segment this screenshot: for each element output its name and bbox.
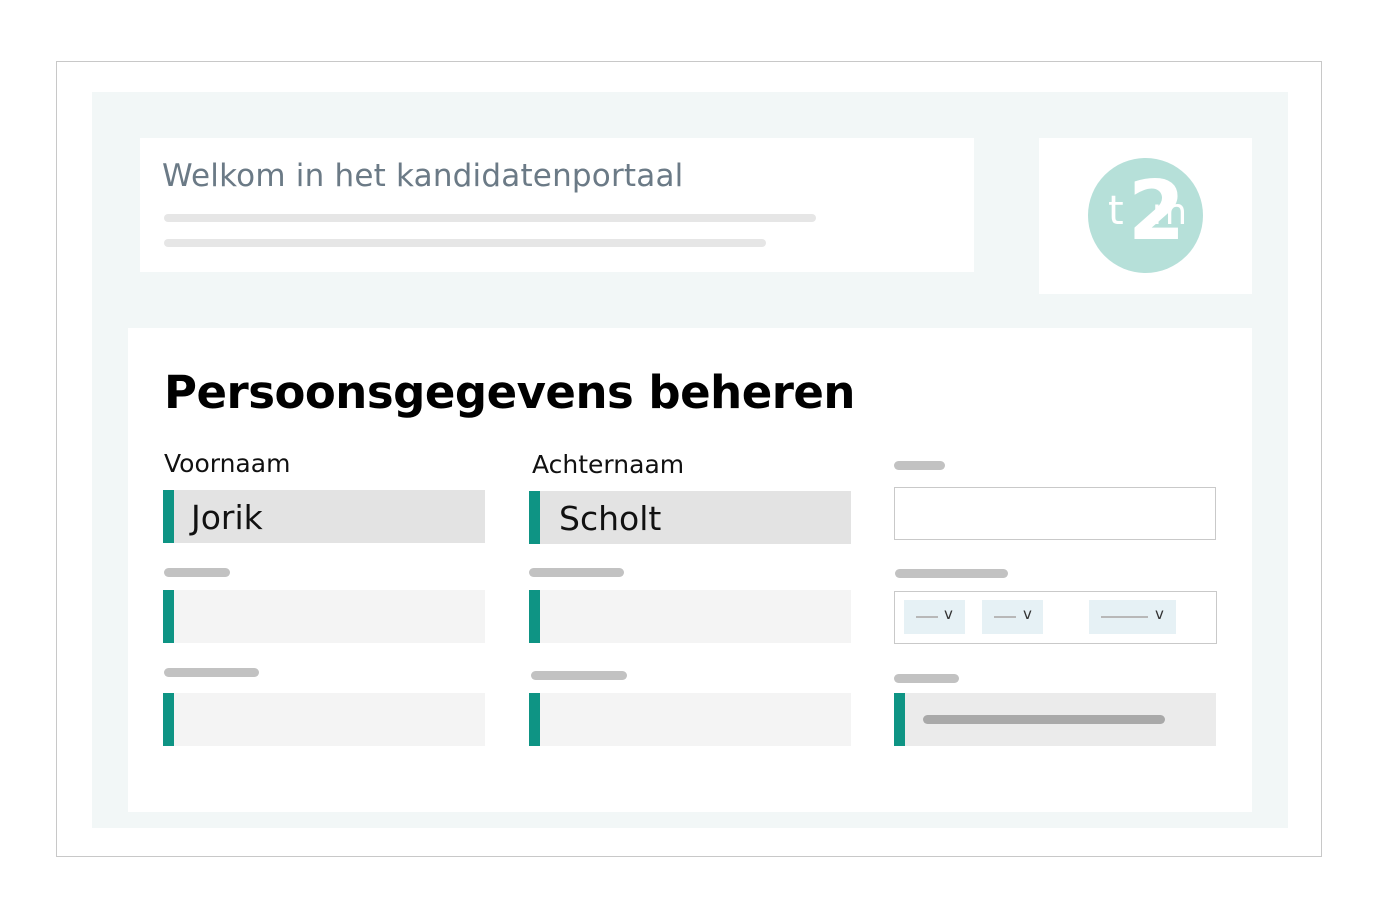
form-field[interactable] [529,590,851,643]
placeholder-label [894,461,945,470]
year-select[interactable]: v [1089,600,1176,634]
chevron-down-icon: v [1023,605,1032,623]
page-title: Persoonsgegevens beheren [164,366,855,419]
last-name-field[interactable]: Scholt [529,491,851,544]
t2m-logo: t 2 m [1088,158,1203,273]
first-name-label: Voornaam [164,449,291,478]
placeholder-text-line [164,239,766,247]
select-value-placeholder [994,616,1016,618]
readonly-field [894,693,1216,746]
placeholder-label [529,568,624,577]
logo-letter-t: t [1108,188,1124,234]
logo-letter-m: m [1152,192,1188,233]
chevron-down-icon: v [1155,605,1164,623]
select-value-placeholder [1101,616,1148,618]
first-name-value: Jorik [191,498,263,537]
placeholder-text-line [164,214,816,222]
form-field[interactable] [529,693,851,746]
text-input[interactable] [894,487,1216,540]
month-select[interactable]: v [982,600,1043,634]
day-select[interactable]: v [904,600,965,634]
form-field[interactable] [163,590,485,643]
last-name-value: Scholt [559,499,662,538]
welcome-card: Welkom in het kandidatenportaal [140,138,974,272]
logo-card: t 2 m [1039,138,1252,294]
placeholder-label [164,568,230,577]
date-of-birth-selects: v v v [894,591,1217,644]
placeholder-label [531,671,627,680]
placeholder-label [894,674,959,683]
form-field[interactable] [163,693,485,746]
welcome-title: Welkom in het kandidatenportaal [162,158,684,194]
placeholder-label [164,668,259,677]
first-name-field[interactable]: Jorik [163,490,485,543]
placeholder-label [895,569,1008,578]
chevron-down-icon: v [944,605,953,623]
placeholder-value [923,715,1165,724]
last-name-label: Achternaam [532,450,685,479]
select-value-placeholder [916,616,938,618]
